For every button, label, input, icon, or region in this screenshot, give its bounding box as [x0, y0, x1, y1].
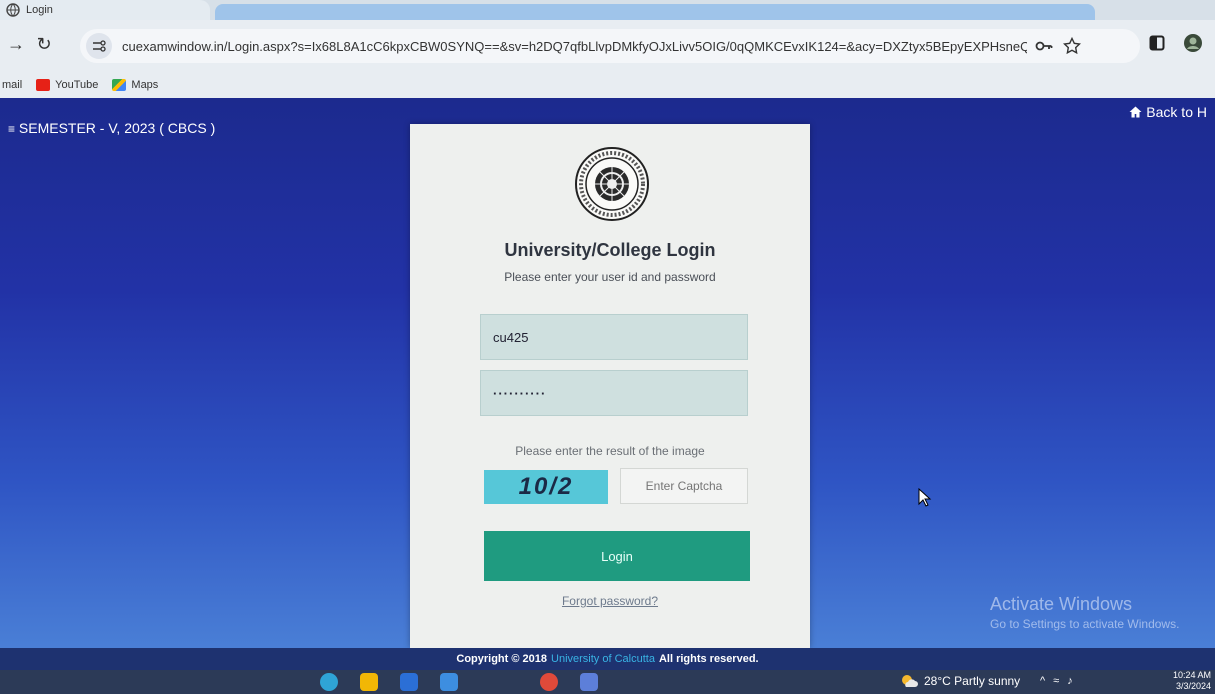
activate-windows-watermark: Activate Windows Go to Settings to activ…	[990, 594, 1179, 631]
page-footer: Copyright © 2018 University of Calcutta …	[0, 648, 1215, 670]
system-tray: ^ ≈ ♪	[1040, 675, 1073, 687]
password-input[interactable]: ··········	[480, 370, 748, 416]
tray-chevron-up-icon[interactable]: ^	[1040, 675, 1045, 687]
bookmark-label: mail	[2, 79, 23, 91]
url-text[interactable]: cuexamwindow.in/Login.aspx?s=Ix68L8A1cC6…	[122, 39, 1027, 54]
semester-heading: ≡ SEMESTER - V, 2023 ( CBCS )	[8, 120, 215, 136]
captcha-image: 10/2	[484, 470, 608, 504]
footer-university-link[interactable]: University of Calcutta	[551, 653, 655, 665]
login-subtitle: Please enter your user id and password	[504, 270, 716, 284]
watermark-subtitle: Go to Settings to activate Windows.	[990, 617, 1180, 631]
tab-active-band	[215, 4, 1095, 20]
tab-login[interactable]: Login	[0, 0, 210, 20]
maps-icon	[112, 79, 127, 91]
bookmark-youtube[interactable]: YouTube	[36, 79, 98, 91]
login-title: University/College Login	[504, 240, 716, 260]
footer-rights: All rights reserved.	[658, 653, 759, 665]
university-seal-logo	[575, 147, 649, 221]
weather-text: 28°C Partly sunny	[924, 674, 1021, 688]
mail-app-icon[interactable]	[440, 673, 458, 691]
forgot-password-link[interactable]: Forgot password?	[410, 594, 810, 608]
wifi-icon[interactable]: ≈	[1053, 675, 1059, 687]
reload-icon[interactable]: ↻	[32, 34, 56, 55]
side-panel-icon[interactable]	[1149, 35, 1165, 56]
back-to-home-link[interactable]: Back to H	[1129, 104, 1207, 120]
clock[interactable]: 10:24 AM 3/3/2024	[1173, 670, 1211, 692]
store-icon[interactable]	[400, 673, 418, 691]
captcha-instruction: Please enter the result of the image	[515, 444, 705, 458]
weather-widget[interactable]: 28°C Partly sunny	[900, 673, 1020, 689]
page-content: ≡ SEMESTER - V, 2023 ( CBCS ) Back to H …	[0, 98, 1215, 648]
watermark-title: Activate Windows	[990, 594, 1133, 614]
browser-toolbar: → ↻ cuexamwindow.in/Login.aspx?s=Ix68L8A…	[0, 20, 1215, 72]
login-card: University/College Login Please enter yo…	[410, 124, 810, 648]
password-key-icon[interactable]	[1033, 35, 1055, 57]
back-link-text: Back to H	[1146, 104, 1207, 120]
partly-sunny-icon	[902, 675, 918, 687]
bookmarks-bar: mail YouTube Maps	[0, 72, 1215, 98]
tab-strip: Login	[0, 0, 1215, 20]
tab-title: Login	[26, 4, 53, 16]
home-icon	[1129, 106, 1142, 118]
windows-taskbar: 28°C Partly sunny ^ ≈ ♪ 10:24 AM 3/3/202…	[0, 670, 1215, 694]
globe-icon	[6, 3, 20, 17]
login-button[interactable]: Login	[484, 531, 750, 581]
profile-avatar-icon[interactable]	[1183, 33, 1203, 58]
user-id-input[interactable]: cu425	[480, 314, 748, 360]
youtube-icon	[36, 79, 51, 91]
chrome-icon[interactable]	[540, 673, 558, 691]
clock-date: 3/3/2024	[1175, 681, 1211, 691]
bookmark-mail[interactable]: mail	[2, 79, 22, 91]
photos-icon[interactable]	[580, 673, 598, 691]
site-info-icon[interactable]	[86, 33, 112, 59]
captcha-input[interactable]	[620, 468, 748, 504]
menu-icon[interactable]: ≡	[8, 122, 15, 136]
address-bar[interactable]: cuexamwindow.in/Login.aspx?s=Ix68L8A1cC6…	[80, 29, 1140, 63]
bookmark-star-icon[interactable]	[1061, 35, 1083, 57]
bookmark-label: YouTube	[55, 79, 99, 91]
file-explorer-icon[interactable]	[360, 673, 378, 691]
mouse-cursor-icon	[918, 488, 932, 507]
bookmark-maps[interactable]: Maps	[112, 79, 158, 91]
semester-text: SEMESTER - V, 2023 ( CBCS )	[18, 120, 216, 136]
edge-icon[interactable]	[320, 673, 338, 691]
footer-copyright: Copyright © 2018	[456, 653, 548, 665]
forward-arrow-icon[interactable]: →	[4, 34, 28, 55]
volume-icon[interactable]: ♪	[1067, 675, 1073, 687]
bookmark-label: Maps	[131, 79, 159, 91]
clock-time: 10:24 AM	[1172, 670, 1211, 680]
